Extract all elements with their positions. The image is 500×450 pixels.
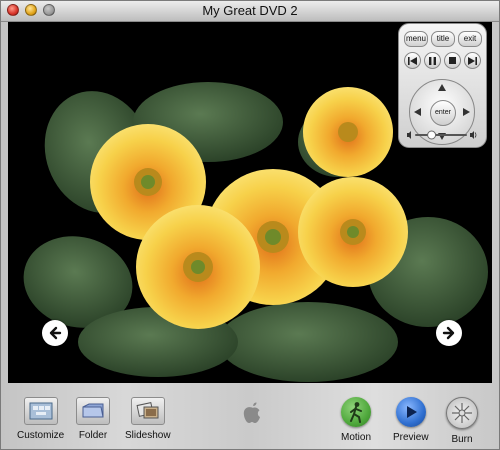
folder-icon — [76, 397, 110, 425]
customize-label: Customize — [17, 430, 65, 441]
preview-label: Preview — [393, 432, 429, 443]
folder-label: Folder — [78, 430, 108, 441]
volume-knob — [427, 130, 437, 140]
burn-button[interactable]: Burn — [446, 397, 478, 445]
motion-button[interactable]: Motion — [341, 397, 371, 443]
burn-label: Burn — [451, 434, 473, 445]
menu-button[interactable]: menu — [404, 31, 428, 47]
customize-icon — [23, 397, 58, 425]
slideshow-label: Slideshow — [125, 430, 171, 441]
title-button[interactable]: title — [431, 31, 455, 47]
volume-high-icon — [470, 131, 474, 139]
play-icon — [395, 397, 426, 427]
next-icon — [468, 56, 477, 65]
slideshow-button[interactable]: Slideshow — [125, 397, 171, 441]
customize-button[interactable]: Customize — [17, 397, 64, 441]
preview-button[interactable]: Preview — [393, 397, 429, 443]
pause-icon — [429, 56, 436, 65]
arrow-right-icon — [442, 326, 455, 340]
up-arrow-icon[interactable] — [438, 84, 446, 91]
window-title: My Great DVD 2 — [202, 3, 298, 18]
right-arrow-icon[interactable] — [463, 108, 470, 116]
dvd-remote-control: menu title exit enter — [398, 23, 487, 148]
next-chapter-button[interactable] — [464, 52, 481, 69]
volume-slider[interactable] — [407, 130, 477, 140]
previous-arrow-button[interactable] — [42, 320, 68, 346]
burn-disc-icon — [446, 397, 478, 429]
previous-icon — [408, 56, 417, 65]
next-arrow-button[interactable] — [436, 320, 462, 346]
pause-button[interactable] — [424, 52, 441, 69]
apple-logo-icon — [243, 402, 260, 423]
arrow-left-icon — [49, 326, 62, 340]
exit-button[interactable]: exit — [458, 31, 482, 47]
previous-chapter-button[interactable] — [404, 52, 421, 69]
title-bar: My Great DVD 2 — [1, 1, 499, 22]
folder-button[interactable]: Folder — [76, 397, 110, 441]
enter-button[interactable]: enter — [430, 100, 456, 126]
stop-icon — [449, 57, 456, 64]
motion-label: Motion — [341, 432, 372, 443]
running-man-icon — [341, 397, 371, 427]
stop-button[interactable] — [444, 52, 461, 69]
left-arrow-icon[interactable] — [414, 108, 421, 116]
slideshow-icon — [130, 397, 165, 425]
volume-low-icon — [407, 131, 411, 139]
app-window: My Great DVD 2 menu title exit enter Cus… — [0, 0, 500, 450]
